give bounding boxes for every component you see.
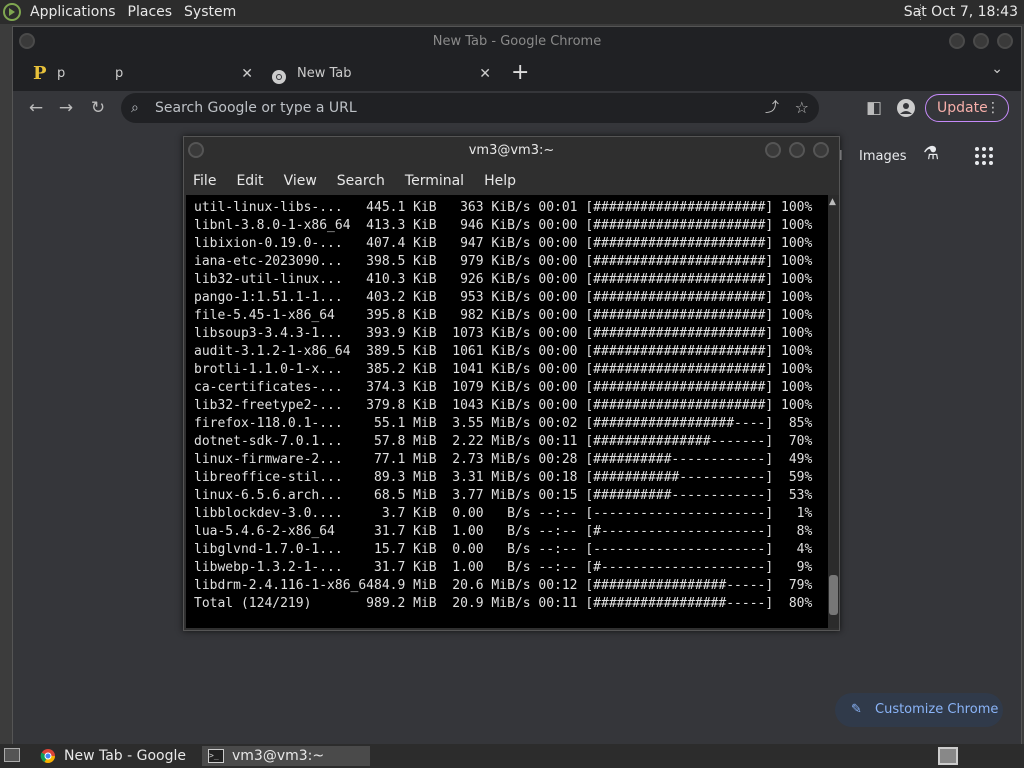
menu-search[interactable]: Search [337, 173, 385, 189]
terminal-title: vm3@vm3:~ [468, 143, 555, 158]
clock[interactable]: Sat Oct 7, 18:43 [904, 0, 1018, 24]
pencil-icon: ✎ [851, 702, 862, 717]
terminal-menubar: File Edit View Search Terminal Help [184, 167, 839, 195]
mate-logo-icon[interactable] [0, 0, 24, 24]
terminal-line: util-linux-libs-... 445.1 KiB 363 KiB/s … [194, 200, 813, 215]
minimize-button[interactable] [765, 142, 781, 158]
menu-help[interactable]: Help [484, 173, 516, 189]
tab-label: New Tab [297, 66, 352, 81]
show-desktop-icon[interactable] [4, 748, 20, 762]
tab-search-chevron-icon[interactable]: ⌄ [991, 61, 1003, 77]
terminal-window: vm3@vm3:~ File Edit View Search Terminal… [183, 136, 840, 631]
google-apps-icon[interactable] [975, 147, 993, 165]
close-window-button[interactable] [997, 33, 1013, 49]
search-icon: ⌕ [131, 100, 139, 116]
terminal-line: lib32-freetype2-... 379.8 KiB 1043 KiB/s… [194, 398, 813, 413]
customize-chrome-button[interactable]: ✎ Customize Chrome [835, 693, 1003, 727]
chrome-titlebar[interactable]: New Tab - Google Chrome [13, 27, 1021, 59]
applications-menu[interactable]: Applications [24, 0, 122, 24]
minimize-button[interactable] [949, 33, 965, 49]
taskbar-label: New Tab - Google ... [64, 748, 187, 764]
menu-terminal[interactable]: Terminal [405, 173, 464, 189]
close-tab-icon[interactable]: ✕ [241, 59, 253, 89]
terminal-line: libglvnd-1.7.0-1... 15.7 KiB 0.00 B/s --… [194, 542, 813, 557]
scrollbar-thumb[interactable] [829, 575, 838, 615]
terminal-line: linux-6.5.6.arch... 68.5 MiB 3.77 MiB/s … [194, 488, 813, 503]
terminal-line: libwebp-1.3.2-1-... 31.7 KiB 1.00 B/s --… [194, 560, 813, 575]
terminal-line: audit-3.1.2-1-x86_64 389.5 KiB 1061 KiB/… [194, 344, 813, 359]
terminal-titlebar[interactable]: vm3@vm3:~ [184, 137, 839, 167]
side-panel-icon[interactable]: ◧ [861, 95, 887, 121]
terminal-line: linux-firmware-2... 77.1 MiB 2.73 MiB/s … [194, 452, 813, 467]
scroll-up-icon[interactable]: ▲ [829, 197, 836, 207]
tab-favicon-p-icon: P [33, 63, 47, 84]
tab-label-secondary: p [115, 66, 124, 81]
maximize-button[interactable] [789, 142, 805, 158]
terminal-scrollbar[interactable]: ▲ [828, 195, 839, 628]
new-tab-button[interactable]: + [511, 59, 529, 87]
omnibox-placeholder[interactable]: Search Google or type a URL [155, 93, 357, 123]
chrome-icon [40, 748, 56, 766]
window-menu-button[interactable] [188, 142, 204, 158]
images-link[interactable]: Images [859, 149, 907, 164]
back-arrow-icon[interactable]: ← [23, 95, 49, 121]
update-label: Update [937, 100, 988, 116]
tab-p[interactable]: P p p ✕ [27, 59, 263, 91]
omnibox[interactable]: ⌕ Search Google or type a URL ⤴ ☆ [121, 93, 819, 123]
terminal-line: brotli-1.1.0-1-x... 385.2 KiB 1041 KiB/s… [194, 362, 813, 377]
terminal-line: lib32-util-linux... 410.3 KiB 926 KiB/s … [194, 272, 813, 287]
terminal-line: lua-5.4.6-2-x86_64 31.7 KiB 1.00 B/s --:… [194, 524, 813, 539]
menu-edit[interactable]: Edit [236, 173, 263, 189]
update-button[interactable]: Update ⋮ [925, 94, 1009, 122]
window-menu-button[interactable] [19, 33, 35, 49]
forward-arrow-icon[interactable]: → [53, 95, 79, 121]
customize-label: Customize Chrome [875, 702, 999, 717]
close-tab-icon[interactable]: ✕ [479, 59, 491, 89]
terminal-line: ca-certificates-... 374.3 KiB 1079 KiB/s… [194, 380, 813, 395]
tab-label: p [57, 66, 66, 81]
terminal-line: libixion-0.19.0-... 407.4 KiB 947 KiB/s … [194, 236, 813, 251]
taskbar-label: vm3@vm3:~ [232, 748, 325, 764]
workspace-switcher[interactable] [938, 747, 958, 765]
terminal-line: firefox-118.0.1-... 55.1 MiB 3.55 MiB/s … [194, 416, 813, 431]
chrome-toolbar: ← → ↻ ⌕ Search Google or type a URL ⤴ ☆ … [13, 91, 1021, 125]
labs-flask-icon[interactable]: ⚗ [923, 143, 939, 164]
terminal-line: libnl-3.8.0-1-x86_64 413.3 KiB 946 KiB/s… [194, 218, 813, 233]
system-menu[interactable]: System [178, 0, 242, 24]
chrome-window-title: New Tab - Google Chrome [432, 34, 602, 49]
terminal-line: libsoup3-3.4.3-1... 393.9 KiB 1073 KiB/s… [194, 326, 813, 341]
menu-file[interactable]: File [193, 173, 216, 189]
profile-avatar-icon[interactable] [893, 95, 919, 121]
tab-new-tab[interactable]: New Tab ✕ [265, 59, 501, 91]
reload-icon[interactable]: ↻ [85, 95, 111, 121]
taskbar-chrome[interactable]: New Tab - Google ... [34, 746, 198, 766]
close-window-button[interactable] [813, 142, 829, 158]
terminal-line: file-5.45-1-x86_64 395.8 KiB 982 KiB/s 0… [194, 308, 813, 323]
terminal-line: iana-etc-2023090... 398.5 KiB 979 KiB/s … [194, 254, 813, 269]
share-icon[interactable]: ⤴ [765, 93, 779, 123]
terminal-output[interactable]: util-linux-libs-... 445.1 KiB 363 KiB/s … [186, 195, 828, 628]
terminal-line: Total (124/219) 989.2 MiB 20.9 MiB/s 00:… [194, 596, 813, 611]
more-menu-icon[interactable]: ⋮ [986, 95, 1000, 121]
bottom-panel: New Tab - Google ... >_ vm3@vm3:~ [0, 744, 1024, 768]
terminal-line: libblockdev-3.0.... 3.7 KiB 0.00 B/s --:… [194, 506, 813, 521]
places-menu[interactable]: Places [122, 0, 179, 24]
menu-view[interactable]: View [284, 173, 317, 189]
terminal-line: dotnet-sdk-7.0.1... 57.8 MiB 2.22 MiB/s … [194, 434, 813, 449]
maximize-button[interactable] [973, 33, 989, 49]
terminal-line: pango-1:1.51.1-1... 403.2 KiB 953 KiB/s … [194, 290, 813, 305]
top-panel: Applications Places System Sat Oct 7, 18… [0, 0, 1024, 24]
terminal-line: libreoffice-stil... 89.3 MiB 3.31 MiB/s … [194, 470, 813, 485]
terminal-line: libdrm-2.4.116-1-x86_6484.9 MiB 20.6 MiB… [194, 578, 813, 593]
taskbar-terminal[interactable]: >_ vm3@vm3:~ [202, 746, 370, 766]
bookmark-star-icon[interactable]: ☆ [795, 93, 809, 123]
terminal-icon: >_ [208, 749, 224, 763]
tab-strip: P p p ✕ New Tab ✕ + ⌄ [13, 59, 1021, 91]
